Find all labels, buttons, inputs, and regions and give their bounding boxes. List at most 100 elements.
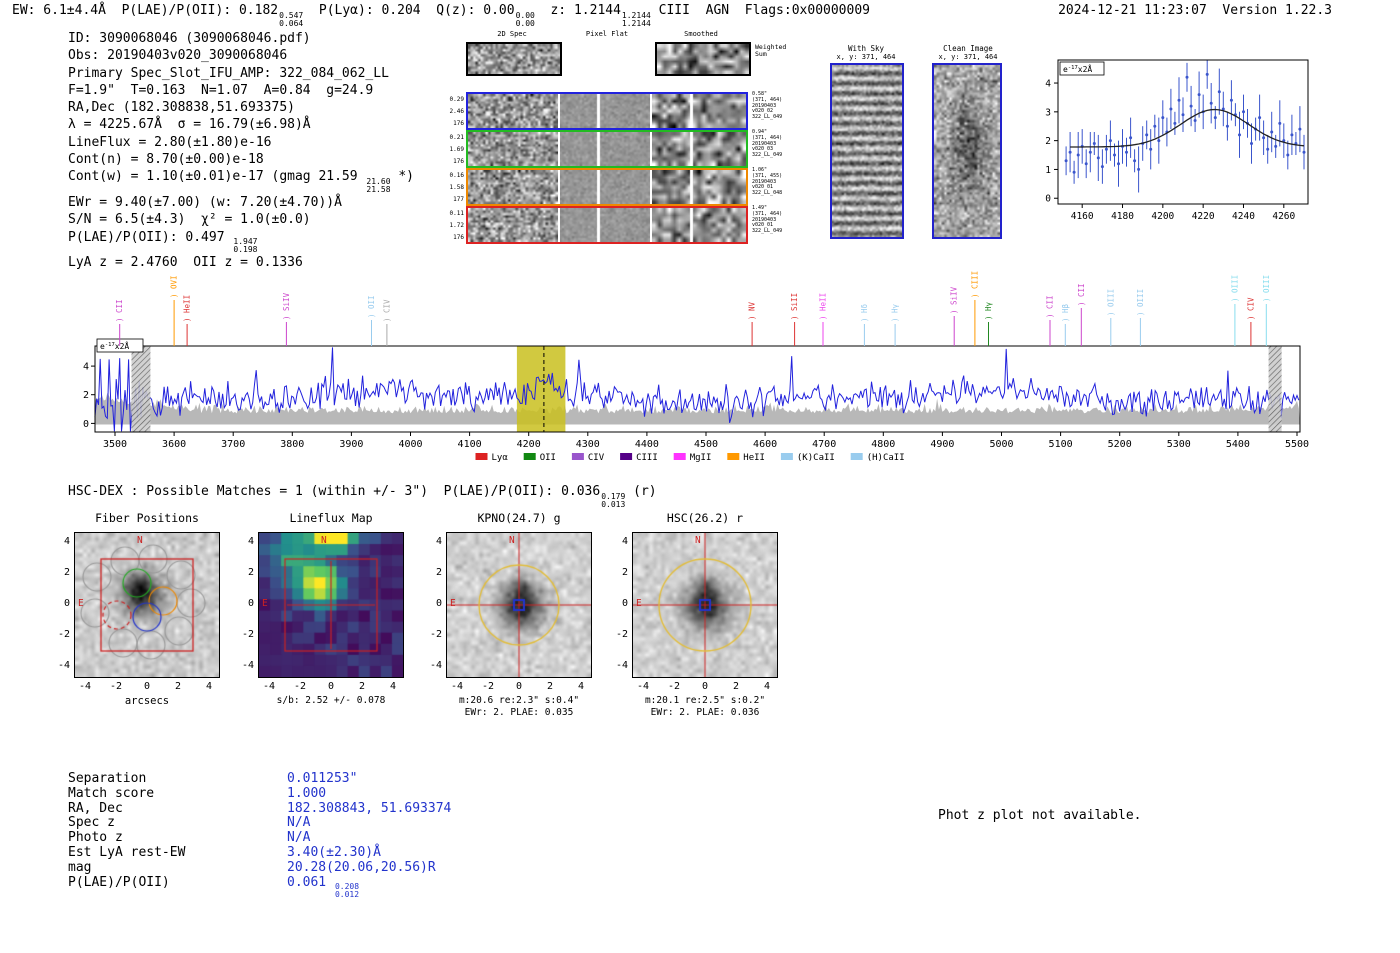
match-row-label: P(LAE)/P(OII) [68, 874, 170, 890]
svg-text:4900: 4900 [930, 439, 954, 450]
svg-text:4160: 4160 [1071, 211, 1094, 222]
spec2d-image [468, 132, 558, 166]
match-row-label: RA, Dec [68, 800, 123, 816]
svg-text:) SiIV: ) SiIV [282, 292, 291, 320]
cutout-title: Fiber Positions [95, 511, 199, 525]
withsky-coords: x, y: 371, 464 [836, 53, 896, 61]
x-tick-label: -4 [262, 681, 276, 692]
smoothed-image [652, 208, 746, 242]
cutout-image [75, 533, 219, 677]
text-run: λ = 4225.67Å σ = 16.79(±6.98)Å [68, 117, 311, 133]
svg-text:4400: 4400 [635, 439, 659, 450]
match-row-label: Separation [68, 771, 147, 786]
spec2d-row [466, 92, 748, 130]
svg-text:e-17x2Å: e-17x2Å [1063, 63, 1092, 74]
text-run: P(LAE)/P(OII): 0.182 [121, 3, 279, 18]
spec2d-row-annotation: 1.49" (371, 464) 20190403 v020_01 322_LL… [752, 205, 783, 235]
match-row-label: mag [68, 859, 92, 875]
svg-text:) OIII: ) OIII [1262, 275, 1271, 302]
y-tick-label: -2 [429, 629, 442, 640]
sub-value: 21.58 [366, 184, 391, 194]
cutout-caption2: EWr: 2. PLAE: 0.036 [650, 707, 760, 718]
info-line: Cont(w) = 1.10(±0.01)e-17 (gmag 21.59 21… [68, 168, 414, 194]
spec2d-row-left-labels: 0.11 1.72 176 [449, 210, 464, 241]
svg-text:CIV: CIV [588, 453, 605, 463]
y-tick-label: 0 [621, 598, 628, 609]
spec2d-row [466, 206, 748, 244]
east-label: E [78, 598, 84, 609]
withsky-title: With Sky [847, 44, 885, 53]
info-line: EWr = 9.40(±7.00) (w: 7.20(±4.70))Å [68, 194, 414, 211]
svg-text:) OVI: ) OVI [170, 275, 179, 298]
x-tick-label: 2 [546, 681, 554, 692]
stacked-uncertainty: 1.2144 1.2144 [622, 11, 651, 28]
match-row-label: Est LyA rest-EW [68, 845, 186, 860]
svg-text:4180: 4180 [1111, 211, 1134, 222]
elixer-report-page: 2024-12-21 11:23:07 Version 1.22.3 Phot … [0, 0, 1400, 953]
smoothed-weighted-image [655, 42, 751, 76]
spec2d-row-annotation: 1.06" (371, 455) 20190403 v020_01 322_LL… [752, 167, 783, 197]
smoothed-image [652, 170, 746, 204]
svg-text:5300: 5300 [1167, 439, 1191, 450]
spectrum-plot: 3500 3600 3700 3800 3900 4000 4100 4200 4300 4400… [78, 266, 1328, 468]
svg-text:3500: 3500 [103, 439, 127, 450]
x-tick-label: 0 [327, 681, 335, 692]
cutout-box [258, 532, 404, 678]
svg-text:HeII: HeII [743, 453, 765, 463]
stacked-uncertainty: 0.547 0.064 [279, 11, 303, 28]
text-run: Cont(w) = 1.10(±0.01)e-17 (gmag 21.59 [68, 169, 366, 185]
pixelflat-image [560, 208, 650, 242]
svg-text:4200: 4200 [517, 439, 541, 450]
text-run: LineFlux = 2.80(±1.80)e-16 [68, 134, 272, 150]
info-line: Cont(n) = 8.70(±0.00)e-18 [68, 151, 414, 168]
info-line: λ = 4225.67Å σ = 16.79(±6.98)Å [68, 116, 414, 133]
cutout-title: HSC(26.2) r [666, 511, 744, 525]
svg-text:) OIII: ) OIII [1230, 275, 1239, 302]
stacked-uncertainty: 0.00 0.00 [515, 11, 535, 28]
zoom-plot: 4160 4180 4200 4220 4240 4260 0 1 2 3 4 e-17x2Å [1030, 46, 1330, 236]
north-label: N [137, 535, 143, 546]
north-label: N [321, 535, 327, 546]
spec2d-panel: 2D Spec Pixel Flat Smoothed Weighted Sum 0.2… [440, 30, 820, 262]
spec2d-col-title: Pixel Flat [585, 30, 629, 38]
smoothed-image [652, 132, 746, 166]
match-row-value: 0.061 0.208 0.012 [287, 875, 359, 900]
y-tick-label: -2 [241, 629, 254, 640]
spectrum-plot-svg: 3500 3600 3700 3800 3900 4000 4100 4200 4300 4400… [83, 271, 1309, 463]
match-row-value: N/A [287, 830, 310, 845]
svg-text:3: 3 [1045, 107, 1051, 118]
svg-text:5100: 5100 [1049, 439, 1073, 450]
svg-text:OII: OII [540, 453, 556, 463]
text-run: 0.061 [287, 874, 334, 890]
spec2d-row-left-labels: 0.16 1.58 177 [449, 172, 464, 203]
x-tick-label: -2 [481, 681, 495, 692]
svg-text:) CII: ) CII [1046, 295, 1055, 318]
text-run: EWr = 9.40(±7.00) (w: 7.20(±4.70))Å [68, 194, 342, 210]
y-tick-label: 4 [247, 536, 254, 547]
spec2d-row-left-labels: 0.21 1.69 176 [449, 134, 464, 165]
y-tick-label: 4 [435, 536, 442, 547]
stacked-uncertainty: 0.179 0.013 [601, 492, 625, 509]
svg-text:4800: 4800 [871, 439, 895, 450]
spec2d-image [468, 208, 558, 242]
y-tick-label: -4 [57, 660, 70, 671]
svg-text:(K)CaII: (K)CaII [797, 453, 835, 463]
text-run: 1.000 [287, 785, 327, 801]
spec2d-row-annotation: 0.58" (371, 464) 20190403 v020_02 322_LL… [752, 91, 783, 121]
svg-text:4200: 4200 [1151, 211, 1174, 222]
clean-coords: x, y: 371, 464 [938, 53, 998, 61]
y-tick-label: -4 [429, 660, 442, 671]
cutout-image [447, 533, 591, 677]
text-run: *) [390, 169, 414, 185]
match-row-value: 1.000 [287, 786, 326, 801]
y-tick-label: 4 [63, 536, 70, 547]
cutout-caption: s/b: 2.52 +/- 0.078 [276, 695, 386, 706]
text-run: S/N = 6.5(±4.3) χ² = 1.0(±0.0) [68, 212, 311, 228]
spec2d-row [466, 130, 748, 168]
svg-text:) Hγ: ) Hγ [891, 303, 900, 322]
text-run: Q(z): 0.00 [436, 3, 515, 18]
sub-value: 0.00 [515, 18, 535, 28]
text-run: P(LAE)/P(OII): 0.497 [68, 229, 233, 245]
svg-text:) OIII: ) OIII [1136, 289, 1145, 316]
cutout-title: Lineflux Map [289, 511, 373, 525]
